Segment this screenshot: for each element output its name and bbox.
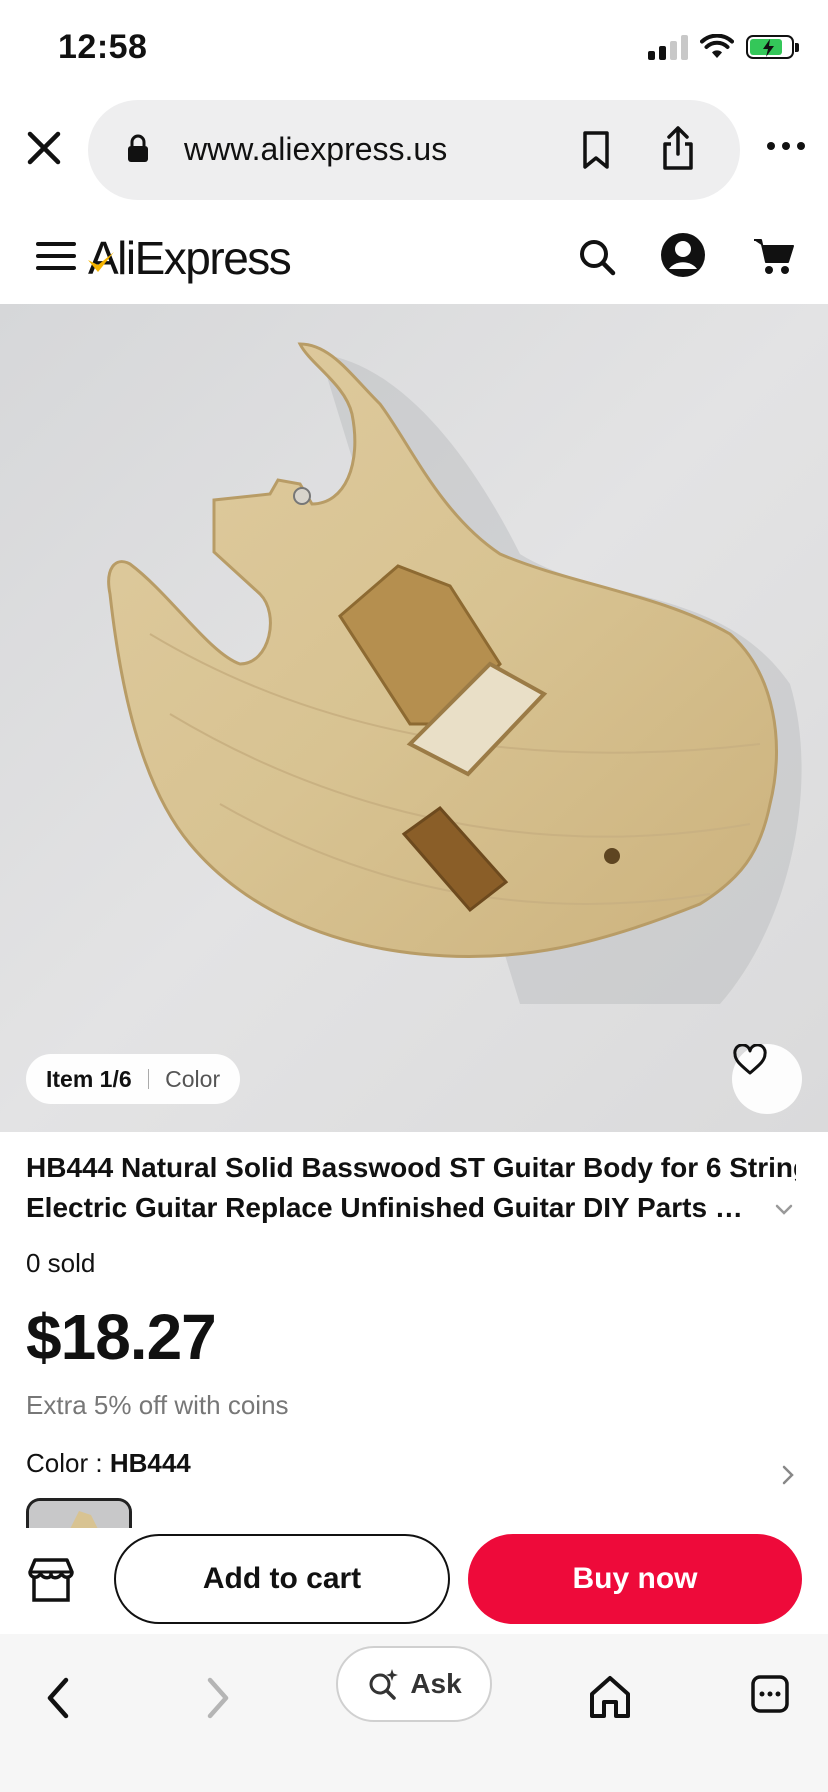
chevron-down-icon[interactable] [772,1198,796,1222]
logo-text: AliExpress [88,232,292,284]
status-time: 12:58 [58,28,148,66]
swatch-thumbnail [29,1501,129,1528]
logo-accent-icon [88,252,114,272]
bookmark-icon[interactable] [580,130,612,170]
ask-sparkle-icon [369,1669,399,1700]
chevron-right-icon[interactable] [778,1462,798,1488]
product-title-line-1: HB444 Natural Solid Basswood ST Guitar B… [26,1152,796,1183]
tabs-icon[interactable] [750,1674,790,1714]
home-icon[interactable] [588,1674,632,1720]
aliexpress-logo[interactable]: AliExpress [88,230,292,286]
browser-address-bar: www.aliexpress.us [0,96,828,206]
menu-icon[interactable] [36,240,76,272]
color-swatch-hb444[interactable] [26,1498,132,1528]
coins-discount-note[interactable]: Extra 5% off with coins [26,1390,289,1421]
wishlist-button[interactable] [732,1044,802,1114]
color-tag[interactable]: Color [165,1066,220,1093]
purchase-action-bar: Add to cart Buy now [0,1528,828,1634]
url-text: www.aliexpress.us [184,131,448,167]
close-icon[interactable] [22,126,66,170]
product-title[interactable]: HB444 Natural Solid Basswood ST Guitar B… [26,1148,796,1228]
app-header: AliExpress [0,210,828,304]
lock-icon [128,134,148,162]
product-price: $18.27 [26,1301,217,1373]
forward-icon[interactable] [200,1674,236,1722]
color-selector[interactable]: Color : HB444 [26,1448,191,1479]
cart-icon[interactable] [752,236,796,276]
add-to-cart-button[interactable]: Add to cart [114,1534,450,1624]
color-label: Color : [26,1448,110,1478]
product-photo [0,304,828,1132]
more-icon[interactable] [766,136,806,156]
ask-label: Ask [410,1668,462,1699]
heart-icon [733,1044,767,1075]
share-icon[interactable] [660,124,696,172]
search-icon[interactable] [578,238,616,276]
product-title-line-2: Electric Guitar Replace Unfinished Guita… [26,1192,762,1223]
status-bar: 12:58 [0,0,828,96]
product-image-gallery[interactable]: Item 1/6 Color [0,304,828,1132]
account-icon[interactable] [660,232,706,278]
pill-divider [147,1069,150,1089]
back-icon[interactable] [40,1674,76,1722]
battery-charging-icon [746,35,799,59]
image-position-indicator[interactable]: Item 1/6 Color [26,1054,241,1104]
browser-toolbar: Ask [0,1634,828,1792]
buy-now-button[interactable]: Buy now [468,1534,802,1624]
store-icon[interactable] [26,1556,76,1604]
wifi-icon [700,34,734,58]
color-value: HB444 [109,1448,191,1478]
sold-count: 0 sold [26,1248,96,1278]
ask-button[interactable]: Ask [336,1646,492,1722]
url-field[interactable]: www.aliexpress.us [88,100,740,200]
item-counter: Item 1/6 [46,1065,132,1092]
status-icons [648,34,799,60]
cellular-signal-icon [648,34,688,60]
